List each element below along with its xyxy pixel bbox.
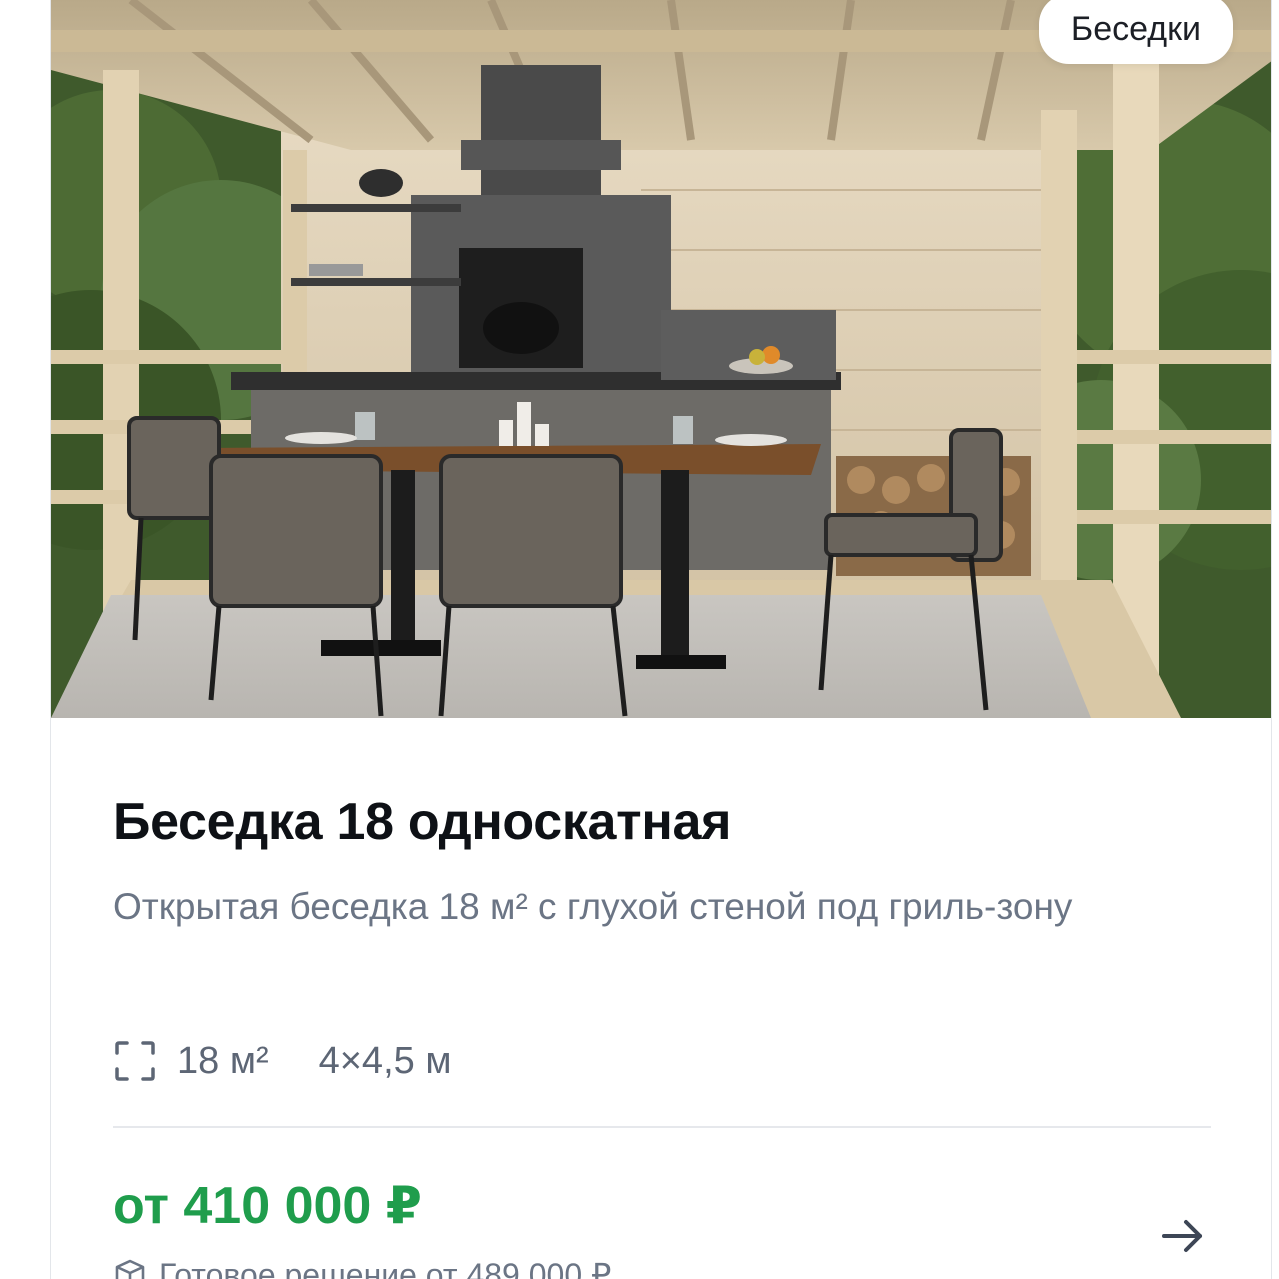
spec-dimensions: 4×4,5 м xyxy=(318,1039,452,1082)
product-description: Открытая беседка 18 м² с глухой стеной п… xyxy=(113,886,1073,927)
product-photo[interactable]: Беседки xyxy=(51,0,1271,718)
page: Беседки Беседка 18 односкатная Открытая … xyxy=(0,0,1279,1279)
specs-row: 18 м² 4×4,5 м xyxy=(113,1038,451,1084)
ready-solution-text: Готовое решение от 489 000 ₽ xyxy=(159,1257,612,1279)
gazebo-illustration xyxy=(51,0,1271,718)
spec-area: 18 м² xyxy=(177,1039,269,1082)
box-icon xyxy=(115,1259,145,1279)
arrow-right-icon xyxy=(1162,1220,1202,1252)
divider xyxy=(113,1126,1211,1128)
category-badge[interactable]: Беседки xyxy=(1038,0,1233,64)
price: от 410 000 ₽ xyxy=(113,1177,422,1235)
expand-frame-icon xyxy=(115,1041,155,1081)
ready-solution-row: Готовое решение от 489 000 ₽ xyxy=(113,1256,611,1279)
open-product-button[interactable] xyxy=(1153,1206,1213,1266)
product-title[interactable]: Беседка 18 односкатная xyxy=(113,792,731,852)
product-card[interactable]: Беседки Беседка 18 односкатная Открытая … xyxy=(50,0,1272,1279)
